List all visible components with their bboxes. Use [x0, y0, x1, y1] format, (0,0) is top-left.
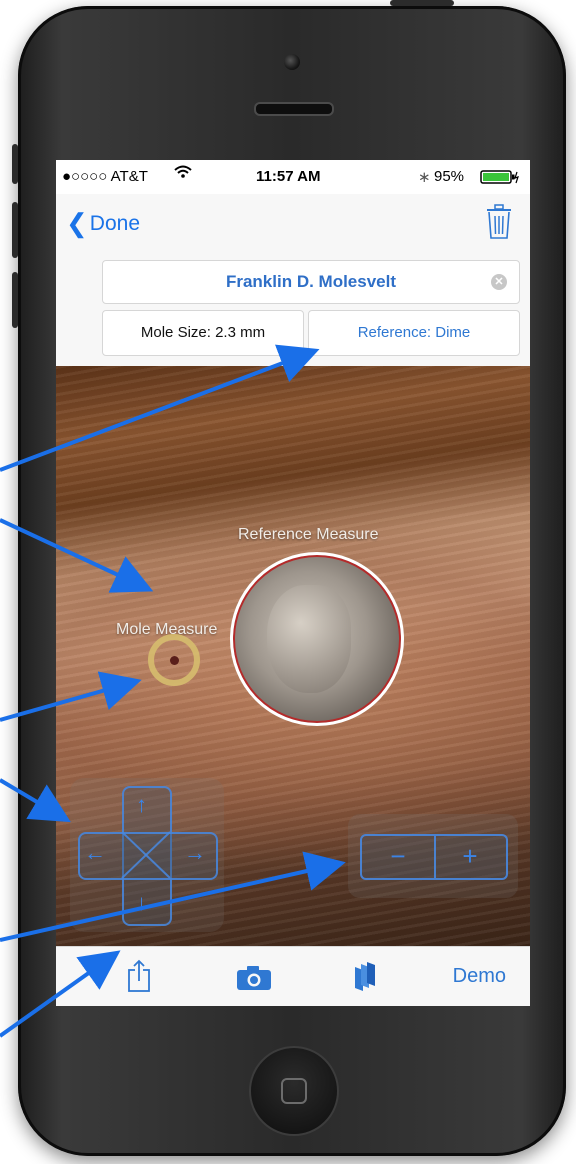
skin-photo[interactable]: Reference Measure Mole Measure ↑ ↓ ← → −…	[56, 366, 530, 946]
battery-percent: 95%	[434, 168, 465, 185]
measurement-form: Franklin D. Molesvelt ✕ Mole Size: 2.3 m…	[56, 250, 530, 366]
mole-measure-circle[interactable]	[148, 634, 200, 686]
patient-name-field[interactable]: Franklin D. Molesvelt ✕	[102, 260, 520, 304]
demo-button[interactable]: Demo	[453, 965, 506, 988]
reference-measure-label: Reference Measure	[238, 526, 379, 543]
wifi-icon	[174, 165, 192, 182]
done-button[interactable]: ❮Done	[66, 208, 140, 239]
home-button[interactable]	[249, 1046, 339, 1136]
app-screen: ●○○○○ AT&T 11:57 AM ∗ 95% ❮Done Franklin…	[56, 160, 530, 1006]
arrow-right-icon[interactable]: →	[184, 842, 206, 864]
earpiece-speaker	[254, 102, 334, 116]
camera-icon[interactable]	[236, 965, 272, 996]
mole-size-field: Mole Size: 2.3 mm	[102, 310, 304, 356]
decrease-button[interactable]: −	[362, 842, 434, 870]
power-button	[390, 0, 454, 6]
size-stepper: − +	[348, 814, 518, 898]
chevron-left-icon: ❮	[66, 208, 88, 238]
trash-icon[interactable]	[484, 204, 514, 240]
done-label: Done	[89, 212, 140, 235]
volume-down-button	[12, 272, 18, 328]
status-bar: ●○○○○ AT&T 11:57 AM ∗ 95%	[56, 160, 530, 194]
stepper-segments: − +	[360, 834, 508, 880]
volume-up-button	[12, 202, 18, 258]
phone-frame: ●○○○○ AT&T 11:57 AM ∗ 95% ❮Done Franklin…	[12, 0, 566, 1156]
arrow-down-icon[interactable]: ↓	[136, 892, 147, 914]
share-icon[interactable]	[126, 959, 152, 998]
arrow-up-icon[interactable]: ↑	[136, 794, 147, 816]
reference-button[interactable]: Reference: Dime	[308, 310, 520, 356]
navigation-bar: ❮Done	[56, 194, 530, 250]
battery-icon	[480, 170, 520, 188]
front-camera	[284, 54, 300, 70]
arrow-left-icon[interactable]: ←	[84, 842, 106, 864]
increase-button[interactable]: +	[434, 842, 506, 870]
gallery-icon[interactable]	[352, 961, 378, 998]
mute-switch	[12, 144, 18, 184]
mole-spot	[170, 656, 179, 665]
directional-pad: ↑ ↓ ← →	[70, 778, 224, 932]
bottom-toolbar: Demo	[56, 946, 530, 1006]
home-square-icon	[281, 1078, 307, 1104]
clear-icon[interactable]: ✕	[491, 274, 507, 290]
clock-label: 11:57 AM	[256, 168, 321, 185]
dime-coin-image	[267, 585, 351, 693]
patient-name-text: Franklin D. Molesvelt	[225, 272, 397, 291]
carrier-label: ●○○○○ AT&T	[62, 168, 148, 185]
reference-measure-circle[interactable]	[230, 552, 404, 726]
bluetooth-icon: ∗	[418, 169, 431, 186]
